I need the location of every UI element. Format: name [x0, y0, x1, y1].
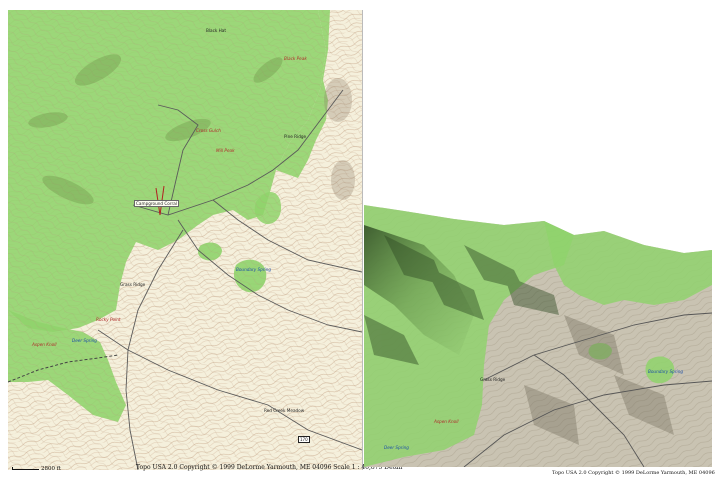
label-deer-spring-3d: Deer Spring [384, 445, 409, 450]
map3d-caption: Topo USA 2.0 Copyright © 1999 DeLorme Ya… [552, 470, 715, 476]
label-black-hat: Black Hat [206, 28, 227, 33]
scale-bar-line [12, 467, 39, 470]
label-boundary-spring: Boundary Spring [236, 267, 272, 272]
label-boundary-spring-3d: Boundary Spring [648, 369, 684, 374]
label-deer-spring: Deer Spring [72, 338, 97, 343]
map2d-caption: Topo USA 2.0 Copyright © 1999 DeLorme Ya… [136, 464, 403, 471]
scale-bar-label: 2800 ft [41, 466, 61, 472]
label-campground-corral: Campground Corral [134, 200, 179, 207]
terrain-view-3d-canvas [364, 205, 712, 467]
label-grass-ridge-3d: Grass Ridge [480, 377, 506, 382]
label-red-creek-meadow: Red Creek Meadow [264, 408, 305, 413]
terrain-view-3d[interactable]: Grass Ridge Boundary Spring Aspen Knoll … [364, 205, 712, 467]
label-mill-peak: Mill Peak [216, 148, 235, 153]
label-cross-gulch: Cross Gulch [196, 128, 221, 133]
topo-map-2d-canvas [8, 10, 362, 470]
scale-bar: 2800 ft [12, 466, 61, 472]
label-black-peak: Black Peak [284, 56, 307, 61]
label-grass-ridge: Grass Ridge [120, 282, 146, 287]
label-aspen-knoll: Aspen Knoll [32, 342, 57, 347]
topo-map-2d[interactable]: Black Hat Black Peak Cross Gulch Mill Pe… [8, 10, 363, 470]
label-pine-ridge: Pine Ridge [284, 134, 307, 139]
label-aspen-knoll-3d: Aspen Knoll [434, 419, 459, 424]
label-rocky-point: Rocky Point [96, 317, 121, 322]
road-number-badge: 170 [298, 436, 310, 443]
